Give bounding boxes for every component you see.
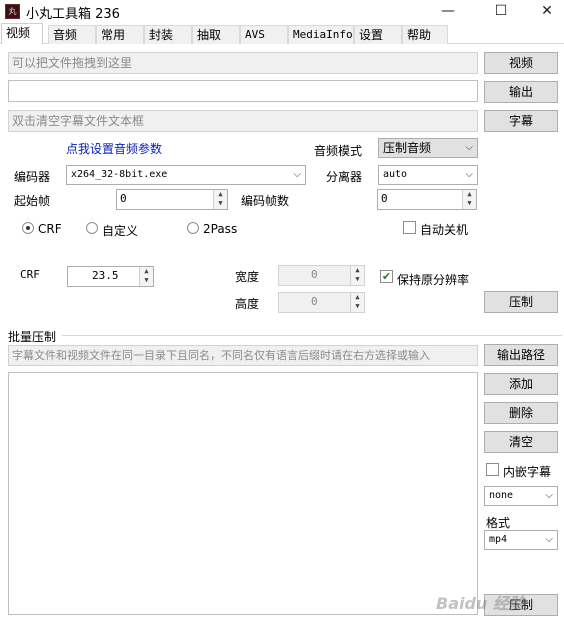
stepper-arrows-icon[interactable]: ▲ ▼ <box>213 190 227 209</box>
delete-button[interactable]: 删除 <box>484 402 558 424</box>
twopass-radio-label: 2Pass <box>203 222 238 236</box>
maximize-icon[interactable]: ☐ <box>478 0 524 24</box>
compress-button[interactable]: 压制 <box>484 291 558 313</box>
frame-count-value: 0 <box>381 192 388 205</box>
audio-mode-select[interactable]: 压制音频 ⌵ <box>378 138 478 158</box>
batch-path-field[interactable]: 字幕文件和视频文件在同一目录下且同名，不同名仅有语言后缀时请在右方选择或输入 <box>8 345 478 366</box>
stepper-arrows-icon[interactable]: ▲ ▼ <box>462 190 476 209</box>
start-frame-stepper[interactable]: 0 ▲ ▼ <box>116 189 228 210</box>
encoder-value: x264_32-8bit.exe <box>71 169 168 180</box>
add-button[interactable]: 添加 <box>484 373 558 395</box>
tab-audio[interactable]: 音频 <box>48 25 96 44</box>
chevron-down-icon: ⌵ <box>545 490 553 501</box>
tab-mux[interactable]: 封装 <box>144 25 192 44</box>
chevron-down-icon: ⌵ <box>545 534 553 545</box>
frame-count-label: 编码帧数 <box>241 194 290 208</box>
crf-value: 23.5 <box>92 269 119 282</box>
tab-common[interactable]: 常用 <box>96 25 144 44</box>
stepper-arrows-icon[interactable]: ▲ ▼ <box>350 293 364 312</box>
tab-video[interactable]: 视频 <box>1 23 43 44</box>
demuxer-value: auto <box>383 169 408 180</box>
start-frame-value: 0 <box>120 192 127 205</box>
auto-shutdown-checkbox[interactable] <box>403 221 416 234</box>
height-value: 0 <box>311 295 318 308</box>
output-path-field[interactable] <box>8 80 478 102</box>
width-value: 0 <box>311 268 318 281</box>
format-value: mp4 <box>489 534 508 545</box>
start-frame-label: 起始帧 <box>14 194 51 208</box>
frame-count-stepper[interactable]: 0 ▲ ▼ <box>377 189 477 210</box>
batch-section-title: 批量压制 <box>8 330 57 344</box>
crf-radio-label: CRF <box>38 222 62 236</box>
audio-mode-label: 音频模式 <box>314 144 363 158</box>
minimize-icon[interactable]: — <box>425 0 471 24</box>
width-label: 宽度 <box>235 270 260 284</box>
title-bar: 丸 小丸工具箱 236 — ☐ ✕ <box>0 0 564 24</box>
baidu-watermark: Baidu 经验 <box>436 594 525 613</box>
height-label: 高度 <box>235 297 260 311</box>
format-label: 格式 <box>486 516 511 530</box>
demuxer-label: 分离器 <box>326 170 363 184</box>
window-title: 小丸工具箱 236 <box>26 7 120 22</box>
stepper-arrows-icon[interactable]: ▲ ▼ <box>350 266 364 285</box>
crf-radio[interactable] <box>22 222 34 234</box>
embed-subs-label: 内嵌字幕 <box>503 465 552 479</box>
subtitle-field[interactable]: 双击清空字幕文件文本框 <box>8 110 478 132</box>
crf-stepper[interactable]: 23.5 ▲ ▼ <box>67 266 154 287</box>
output-button[interactable]: 输出 <box>484 81 558 103</box>
encoder-label: 编码器 <box>14 170 51 184</box>
keep-resolution-checkbox[interactable]: ✔ <box>380 270 393 283</box>
tab-extract[interactable]: 抽取 <box>192 25 240 44</box>
crf-label: CRF <box>20 268 40 281</box>
tab-avs[interactable]: AVS <box>240 25 288 44</box>
tab-help[interactable]: 帮助 <box>402 25 448 44</box>
tab-mediainfo[interactable]: MediaInfo <box>288 25 354 44</box>
width-stepper[interactable]: 0 ▲ ▼ <box>278 265 365 286</box>
chevron-down-icon: ⌵ <box>293 169 301 180</box>
close-icon[interactable]: ✕ <box>524 0 564 24</box>
encoder-select[interactable]: x264_32-8bit.exe ⌵ <box>66 165 306 185</box>
twopass-radio[interactable] <box>187 222 199 234</box>
tab-settings[interactable]: 设置 <box>354 25 402 44</box>
tab-bar: 视频 音频 常用 封装 抽取 AVS MediaInfo 设置 帮助 <box>0 23 564 44</box>
chevron-down-icon: ⌵ <box>465 142 473 153</box>
stepper-arrows-icon[interactable]: ▲ ▼ <box>139 267 153 286</box>
subtitle-button[interactable]: 字幕 <box>484 110 558 132</box>
chevron-down-icon: ⌵ <box>465 169 473 180</box>
audio-settings-link[interactable]: 点我设置音频参数 <box>66 140 162 157</box>
custom-radio-label: 自定义 <box>102 224 139 238</box>
output-dir-button[interactable]: 输出路径 <box>484 344 558 366</box>
app-icon: 丸 <box>5 4 20 19</box>
keep-resolution-label: 保持原分辨率 <box>397 273 470 287</box>
clear-button[interactable]: 清空 <box>484 431 558 453</box>
video-drop-field[interactable]: 可以把文件拖拽到这里 <box>8 52 478 74</box>
batch-file-list[interactable] <box>8 372 478 615</box>
subtitle-lang-select[interactable]: none ⌵ <box>484 486 558 506</box>
section-divider <box>62 335 562 336</box>
height-stepper[interactable]: 0 ▲ ▼ <box>278 292 365 313</box>
subtitle-lang-value: none <box>489 490 514 501</box>
auto-shutdown-label: 自动关机 <box>420 223 469 237</box>
custom-radio[interactable] <box>86 222 98 234</box>
demuxer-select[interactable]: auto ⌵ <box>378 165 478 185</box>
format-select[interactable]: mp4 ⌵ <box>484 530 558 550</box>
video-button[interactable]: 视频 <box>484 52 558 74</box>
audio-mode-value: 压制音频 <box>383 141 432 155</box>
embed-subs-checkbox[interactable] <box>486 463 499 476</box>
